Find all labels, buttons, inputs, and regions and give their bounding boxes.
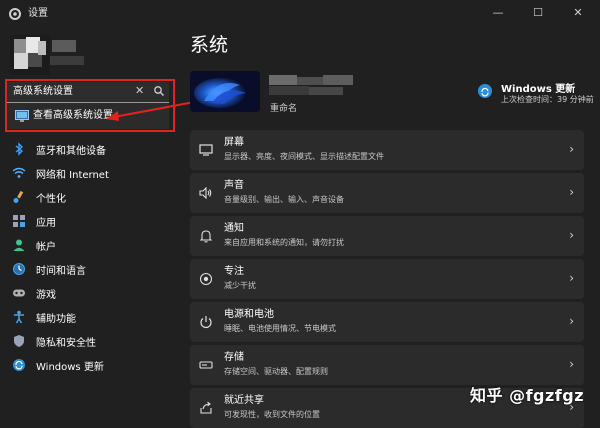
- sidebar-item-network[interactable]: 网络和 Internet: [6, 162, 174, 184]
- shield-icon: [12, 334, 26, 348]
- sidebar-item-gaming[interactable]: 游戏: [6, 282, 174, 304]
- user-email-redacted: [50, 56, 84, 65]
- sidebar-item-windows-update[interactable]: Windows 更新: [6, 354, 174, 376]
- apps-icon: [12, 214, 26, 228]
- card-subtitle: 存储空间、驱动器、配置规则: [224, 367, 328, 376]
- brush-icon: [12, 190, 26, 204]
- sidebar-item-label: 游戏: [36, 289, 56, 301]
- card-storage[interactable]: 存储 存储空间、驱动器、配置规则 ›: [190, 345, 584, 385]
- wifi-icon: [12, 166, 26, 180]
- card-subtitle: 来自应用和系统的通知，请勿打扰: [224, 238, 344, 247]
- bluetooth-icon: [12, 142, 26, 156]
- chevron-right-icon: ›: [569, 228, 574, 242]
- maximize-button[interactable]: ☐: [518, 0, 558, 24]
- accessibility-icon: [12, 310, 26, 324]
- bell-icon: [199, 229, 213, 243]
- card-power[interactable]: 电源和电池 睡眠、电池使用情况、节电模式 ›: [190, 302, 584, 342]
- user-name-redacted: [52, 40, 76, 52]
- card-title: 屏幕: [224, 137, 244, 148]
- windows-update-icon: [478, 84, 492, 98]
- card-subtitle: 减少干扰: [224, 281, 256, 290]
- sidebar-item-label: Windows 更新: [36, 361, 104, 373]
- card-notifications[interactable]: 通知 来自应用和系统的通知，请勿打扰 ›: [190, 216, 584, 256]
- title-bar: 设置 — ☐ ✕: [0, 0, 600, 30]
- card-title: 就近共享: [224, 395, 264, 406]
- watermark: 知乎 @fgzfgz: [470, 386, 585, 405]
- chevron-right-icon: ›: [569, 357, 574, 371]
- monitor-icon: [199, 143, 213, 157]
- sidebar-item-label: 时间和语言: [36, 265, 86, 277]
- minimize-button[interactable]: —: [478, 0, 518, 24]
- card-focus[interactable]: 专注 减少干扰 ›: [190, 259, 584, 299]
- card-subtitle: 显示器、亮度、夜间模式、显示描述配置文件: [224, 152, 384, 161]
- card-title: 专注: [224, 266, 244, 277]
- windows-update-title[interactable]: Windows 更新: [501, 80, 575, 95]
- device-name-redacted: [269, 75, 353, 95]
- card-subtitle: 睡眠、电池使用情况、节电模式: [224, 324, 336, 333]
- card-title: 存储: [224, 352, 244, 363]
- page-title: 系统: [190, 34, 229, 56]
- device-wallpaper-thumbnail: [190, 71, 260, 112]
- storage-icon: [199, 358, 213, 372]
- card-title: 通知: [224, 223, 244, 234]
- sidebar-item-bluetooth[interactable]: 蓝牙和其他设备: [6, 138, 174, 160]
- update-icon: [12, 358, 26, 372]
- share-icon: [199, 401, 213, 415]
- window-title: 设置: [28, 8, 48, 19]
- settings-app-icon: [9, 8, 21, 20]
- close-button[interactable]: ✕: [558, 0, 598, 24]
- card-subtitle: 可发现性，收到文件的位置: [224, 410, 320, 419]
- sidebar-item-personalization[interactable]: 个性化: [6, 186, 174, 208]
- gamepad-icon: [12, 286, 26, 300]
- card-subtitle: 音量级别、输出、输入、声音设备: [224, 195, 344, 204]
- focus-icon: [199, 272, 213, 286]
- sidebar-item-label: 个性化: [36, 193, 66, 205]
- globe-clock-icon: [12, 262, 26, 276]
- card-display[interactable]: 屏幕 显示器、亮度、夜间模式、显示描述配置文件 ›: [190, 130, 584, 170]
- sidebar-item-privacy[interactable]: 隐私和安全性: [6, 330, 174, 352]
- speaker-icon: [199, 186, 213, 200]
- sidebar-item-label: 应用: [36, 217, 56, 229]
- card-title: 声音: [224, 180, 244, 191]
- rename-link[interactable]: 重命名: [270, 101, 297, 114]
- windows-update-subtitle: 上次检查时间：39 分钟前: [501, 95, 594, 104]
- avatar[interactable]: [10, 35, 50, 75]
- chevron-right-icon: ›: [569, 142, 574, 156]
- chevron-right-icon: ›: [569, 185, 574, 199]
- sidebar-item-accessibility[interactable]: 辅助功能: [6, 306, 174, 328]
- sidebar-item-label: 隐私和安全性: [36, 337, 96, 349]
- sidebar-item-label: 帐户: [36, 241, 56, 253]
- account-icon: [12, 238, 26, 252]
- sidebar-item-label: 辅助功能: [36, 313, 76, 325]
- power-icon: [199, 315, 213, 329]
- card-sound[interactable]: 声音 音量级别、输出、输入、声音设备 ›: [190, 173, 584, 213]
- sidebar-item-label: 蓝牙和其他设备: [36, 145, 106, 157]
- sidebar-item-apps[interactable]: 应用: [6, 210, 174, 232]
- chevron-right-icon: ›: [569, 314, 574, 328]
- sidebar-item-accounts[interactable]: 帐户: [6, 234, 174, 256]
- chevron-right-icon: ›: [569, 271, 574, 285]
- sidebar-item-time-language[interactable]: 时间和语言: [6, 258, 174, 280]
- sidebar-item-label: 网络和 Internet: [36, 169, 109, 181]
- card-title: 电源和电池: [224, 309, 274, 320]
